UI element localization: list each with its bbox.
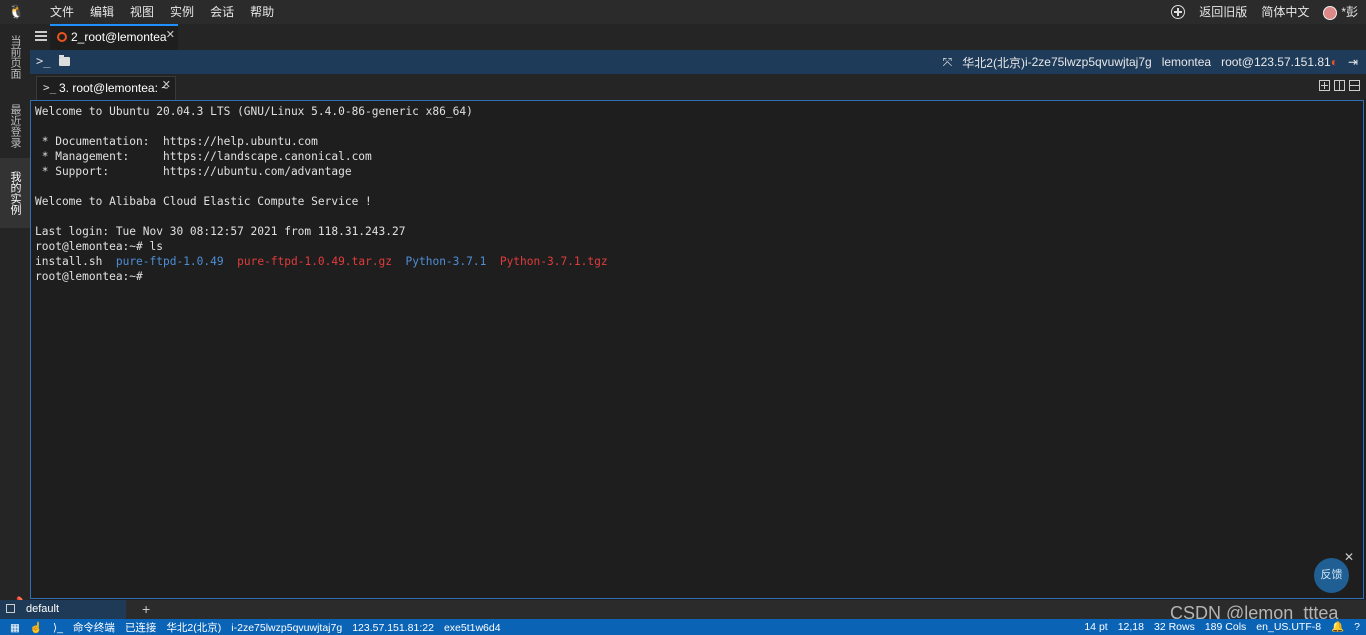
- status-region: 华北2(北京): [166, 622, 222, 634]
- language-selector[interactable]: 简体中文: [1261, 0, 1309, 24]
- terminal-prompt-icon[interactable]: >_: [36, 54, 50, 68]
- status-cols: 189 Cols: [1204, 620, 1247, 633]
- menu-session[interactable]: 会话: [210, 0, 234, 24]
- region-label: 华北2(北京): [962, 55, 1025, 70]
- close-icon[interactable]: ✕: [1344, 550, 1354, 564]
- layout-icon[interactable]: ▦: [10, 622, 20, 634]
- terminal-line: * Management: https://landscape.canonica…: [35, 150, 372, 163]
- default-session-tab[interactable]: default: [0, 600, 126, 619]
- add-session-icon[interactable]: +: [142, 600, 150, 618]
- terminal-tab[interactable]: >_ 3. root@lemontea: ~ ✕: [36, 76, 176, 100]
- add-circle-icon[interactable]: [1171, 5, 1186, 19]
- linux-logo-icon: 🐧: [8, 4, 25, 19]
- menu-file[interactable]: 文件: [50, 0, 74, 24]
- session-tab-label: 2_root@lemontea: [71, 30, 167, 44]
- status-font-size[interactable]: 14 pt: [1084, 621, 1107, 633]
- host-name: lemontea: [1161, 55, 1212, 69]
- connection-info-bar: >_ ⤧ 华北2(北京) i-2ze75lwzp5qvuwjtaj7g lemo…: [30, 50, 1366, 74]
- status-cursor: 12,18: [1117, 620, 1144, 633]
- sidebar-tab-recent-login[interactable]: 最近登录: [0, 94, 30, 158]
- terminal-pane[interactable]: Welcome to Ubuntu 20.04.3 LTS (GNU/Linux…: [30, 100, 1364, 599]
- help-icon[interactable]: ?: [1354, 621, 1360, 633]
- terminal-icon: [6, 604, 15, 613]
- terminal-mode-icon: ⟩_: [53, 621, 63, 634]
- terminal-line: Welcome to Ubuntu 20.04.3 LTS (GNU/Linux…: [35, 105, 473, 118]
- notification-icon[interactable]: 🔔: [1331, 620, 1344, 633]
- sidebar-tab-current-page[interactable]: 当前页面: [0, 24, 30, 90]
- status-mode: 命令终端: [72, 622, 115, 634]
- ubuntu-icon: [57, 32, 67, 42]
- session-tab[interactable]: 2_root@lemontea ✕: [50, 24, 178, 50]
- sidebar-tab-label: 我的实例: [9, 171, 21, 215]
- terminal-line: * Support: https://ubuntu.com/advantage: [35, 165, 352, 178]
- terminal-line: Welcome to Alibaba Cloud Elastic Compute…: [35, 195, 372, 208]
- status-session-id: exe5t1w6d4: [443, 621, 501, 634]
- connection-info: ⤧ 华北2(北京) i-2ze75lwzp5qvuwjtaj7g lemonte…: [933, 50, 1358, 74]
- session-tab-label: default: [26, 603, 60, 615]
- ls-directory: pure-ftpd-1.0.49: [115, 255, 224, 268]
- terminal-line: root@lemontea:~# ls: [35, 240, 163, 253]
- top-menu-bar: 🐧 文件 编辑 视图 实例 会话 帮助 返回旧版 简体中文 *彭: [0, 0, 1366, 24]
- menu-edit[interactable]: 编辑: [90, 0, 114, 24]
- user-ip: root@123.57.151.81: [1221, 55, 1331, 69]
- status-connected: 已连接: [124, 622, 157, 634]
- terminal-icon: >_: [43, 81, 57, 94]
- menu-instance[interactable]: 实例: [170, 0, 194, 24]
- sidebar-tab-label: 当前页面: [9, 35, 21, 79]
- bottom-session-bar: default +: [0, 600, 1366, 619]
- ls-file: install.sh: [35, 255, 103, 268]
- back-to-old-version-link[interactable]: 返回旧版: [1199, 0, 1247, 24]
- folder-icon[interactable]: [59, 55, 70, 66]
- avatar: [1323, 5, 1338, 20]
- split-controls: [1315, 80, 1360, 91]
- close-icon[interactable]: ✕: [166, 28, 175, 41]
- user-menu[interactable]: *彭: [1323, 0, 1358, 24]
- instance-id: i-2ze75lwzp5qvuwjtaj7g: [1024, 55, 1152, 69]
- left-sidebar: 当前页面 最近登录 我的实例 📌: [0, 24, 30, 620]
- terminal-tab-bar: >_ 3. root@lemontea: ~ ✕: [30, 74, 1366, 100]
- terminal-line: * Documentation: https://help.ubuntu.com: [35, 135, 318, 148]
- status-bar: ▦ ☝ ⟩_ 命令终端 已连接 华北2(北京) i-2ze75lwzp5qvuw…: [0, 619, 1366, 635]
- logout-icon[interactable]: ⇥: [1348, 55, 1358, 69]
- status-rows: 32 Rows: [1153, 620, 1195, 633]
- menu-help[interactable]: 帮助: [250, 0, 274, 24]
- fullscreen-icon[interactable]: ⤧: [943, 55, 953, 70]
- terminal-prompt: root@lemontea:~#: [35, 270, 143, 283]
- status-address: 123.57.151.81:22: [352, 621, 434, 634]
- close-icon[interactable]: ✕: [162, 78, 171, 91]
- status-encoding[interactable]: en_US.UTF-8: [1256, 621, 1321, 633]
- main-menu: 文件 编辑 视图 实例 会话 帮助: [50, 0, 290, 24]
- split-vertical-icon[interactable]: [1334, 80, 1345, 91]
- new-terminal-icon[interactable]: [1319, 80, 1330, 91]
- ubuntu-icon: ◐: [1330, 55, 1338, 69]
- terminal-tab-label: 3. root@lemontea: ~: [59, 81, 169, 95]
- sidebar-tab-my-instances[interactable]: 我的实例: [0, 158, 30, 228]
- touch-icon[interactable]: ☝: [30, 621, 43, 634]
- status-left: ▦ ☝ ⟩_ 命令终端 已连接 华北2(北京) i-2ze75lwzp5qvuw…: [10, 620, 511, 635]
- menubar-right: 返回旧版 简体中文 *彭: [1171, 0, 1358, 24]
- sidebar-tab-label: 最近登录: [9, 104, 21, 148]
- status-right: 14 pt 12,18 32 Rows 189 Cols en_US.UTF-8…: [1074, 620, 1360, 634]
- ls-archive: Python-3.7.1.tgz: [499, 255, 608, 268]
- status-instance-id: i-2ze75lwzp5qvuwjtaj7g: [231, 621, 343, 634]
- menu-view[interactable]: 视图: [130, 0, 154, 24]
- terminal-line: Last login: Tue Nov 30 08:12:57 2021 fro…: [35, 225, 406, 238]
- session-tab-bar: 2_root@lemontea ✕: [30, 24, 1366, 50]
- terminal-output: Welcome to Ubuntu 20.04.3 LTS (GNU/Linux…: [35, 104, 608, 284]
- hamburger-menu-icon[interactable]: [35, 31, 47, 41]
- split-horizontal-icon[interactable]: [1349, 80, 1360, 91]
- user-name: *彭: [1341, 5, 1358, 19]
- ls-archive: pure-ftpd-1.0.49.tar.gz: [237, 255, 393, 268]
- ls-directory: Python-3.7.1: [405, 255, 487, 268]
